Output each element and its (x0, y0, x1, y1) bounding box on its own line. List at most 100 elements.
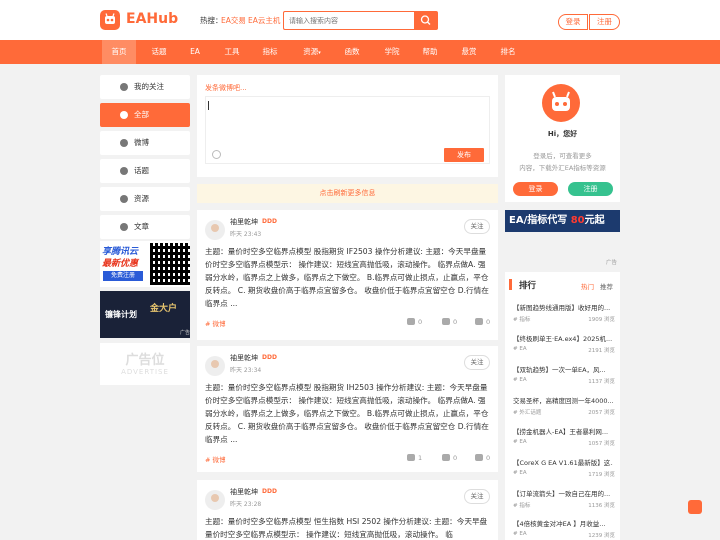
post-username[interactable]: 袖里乾坤 (230, 353, 258, 363)
post-card: 袖里乾坤 DDD 昨天 23:28 关注 主题：量价时空多空临界点模型 恒生指数… (197, 480, 498, 540)
post-username[interactable]: 袖里乾坤 (230, 217, 258, 227)
favorite-count[interactable]: 0 (442, 318, 457, 326)
post-time: 昨天 23:43 (230, 231, 262, 238)
nav-resources[interactable]: 资源▾ (296, 40, 328, 64)
banner-text: EA/指标代写 (509, 215, 568, 226)
heart-icon (120, 83, 128, 91)
floating-chat-icon[interactable] (688, 500, 702, 514)
ranking-item-views: 1239 浏览 (588, 533, 615, 539)
post-body[interactable]: 主题：量价时空多空临界点模型 恒生指数 HSI 2502 操作分析建议: 主题：… (205, 516, 493, 540)
ranking-item-category: # EA (513, 346, 527, 352)
ranking-item-views: 1137 浏览 (588, 379, 615, 385)
left-nav-topic[interactable]: 话题 (100, 159, 190, 183)
ranking-item[interactable]: 【CoreX G EA V1.61最新版】这... # EA 1719 浏览 (513, 457, 615, 480)
post-card: 袖里乾坤 DDD 昨天 23:43 关注 主题：量价时空多空临界点模型 股指期货… (197, 210, 498, 340)
ad-text: 最新优惠 (102, 259, 139, 269)
qr-code (150, 243, 190, 285)
comment-count[interactable]: 1 (407, 454, 422, 462)
nav-help[interactable]: 帮助 (416, 40, 444, 64)
nav-home[interactable]: 首页 (102, 40, 136, 64)
document-icon (120, 223, 128, 231)
favorite-count-value: 0 (453, 318, 458, 326)
nav-functions[interactable]: 函数 (338, 40, 366, 64)
nav-topic[interactable]: 话题 (145, 40, 173, 64)
post-tag[interactable]: # 微博 (205, 454, 226, 464)
ad-label: 广告 (180, 330, 191, 336)
left-nav-following[interactable]: 我的关注 (100, 75, 190, 99)
ad-tencent-cloud[interactable]: 享腾讯云 最新优惠 免费注册 (100, 241, 190, 287)
ranking-item-category: # EA (513, 439, 527, 445)
ranking-item[interactable]: 交易圣杯，高精度回测一年4000... # 外汇话题 2057 浏览 (513, 395, 615, 418)
emoji-icon[interactable] (212, 150, 221, 159)
left-nav-weibo[interactable]: 微博 (100, 131, 190, 155)
search-input[interactable] (284, 12, 415, 29)
ranking-item-title: 【捞金机器人-EA】王者暴利网... (513, 428, 609, 436)
nav-indicators[interactable]: 指标 (256, 40, 284, 64)
nav-ea[interactable]: EA (182, 40, 208, 64)
tab-recommended[interactable]: 推荐 (600, 281, 613, 291)
card-login-button[interactable]: 登录 (513, 182, 558, 196)
nav-resources-label: 资源 (303, 47, 319, 56)
search-button[interactable] (414, 11, 438, 30)
ranking-item[interactable]: 【双轨趋势】一次一单EA，风... # EA 1137 浏览 (513, 364, 615, 387)
publish-button[interactable]: 发布 (444, 148, 484, 162)
ad-placeholder-title: 广告位 (125, 353, 165, 368)
hot-link-ea-cloud[interactable]: EA云主机 (248, 15, 280, 26)
ranking-item-category: # 指标 (513, 503, 531, 509)
thumbs-up-icon (475, 318, 483, 325)
post-body[interactable]: 主题：量价时空多空临界点模型 股指期货 IH2503 操作分析建议: 主题：今天… (205, 382, 493, 447)
comment-count-value: 0 (418, 318, 423, 326)
ad-button: 免费注册 (103, 271, 143, 281)
post-card: 袖里乾坤 DDD 昨天 23:34 关注 主题：量价时空多空临界点模型 股指期货… (197, 346, 498, 472)
tab-hot[interactable]: 热门 (581, 281, 594, 291)
hot-link-ea-trade[interactable]: EA交易 (221, 15, 246, 26)
logo-robot-icon[interactable] (100, 10, 120, 30)
like-count[interactable]: 0 (475, 318, 490, 326)
left-nav-resources[interactable]: 资源 (100, 187, 190, 211)
user-badge: DDD (262, 218, 277, 225)
post-username[interactable]: 袖里乾坤 (230, 487, 258, 497)
nav-tools[interactable]: 工具 (218, 40, 246, 64)
ad-label: 广告 (606, 260, 618, 266)
ea-custom-banner[interactable]: EA/指标代写 80元起 (505, 210, 620, 232)
avatar[interactable] (205, 220, 225, 240)
left-nav-label: 全部 (134, 110, 149, 119)
weibo-icon (120, 139, 128, 147)
follow-button[interactable]: 关注 (464, 219, 490, 234)
user-badge: DDD (262, 354, 277, 361)
login-button[interactable]: 登录 (558, 14, 588, 30)
left-nav-all[interactable]: 全部 (100, 103, 190, 127)
register-button[interactable]: 注册 (589, 14, 620, 30)
card-register-button[interactable]: 注册 (568, 182, 613, 196)
ad-lianfeng[interactable]: 镰锋计划 金大户 广告 (100, 291, 190, 338)
follow-button[interactable]: 关注 (464, 489, 490, 504)
logo-text[interactable]: EAHub (126, 11, 178, 27)
ranking-item-title: 交易圣杯，高精度回测一年4000... (513, 397, 613, 405)
like-count-value: 0 (486, 454, 491, 462)
ranking-item-title: 【4倍核黄金对冲EA 】月收益... (513, 520, 606, 528)
nav-reward[interactable]: 悬赏 (455, 40, 483, 64)
nav-ranking[interactable]: 排名 (494, 40, 522, 64)
comment-icon (407, 318, 415, 325)
ad-placeholder[interactable]: 广告位 ADVERTISE (100, 343, 190, 385)
avatar[interactable] (205, 356, 225, 376)
ranking-item[interactable]: 【终极刷单王·EA.ex4】2025机... # EA 2191 浏览 (513, 333, 615, 356)
ranking-item[interactable]: 【订单流箭头】一致自己在用的... # 指标 1136 浏览 (513, 488, 615, 511)
ranking-item-title: 【CoreX G EA V1.61最新版】这... (513, 459, 613, 467)
left-nav-articles[interactable]: 文章 (100, 215, 190, 239)
follow-button[interactable]: 关注 (464, 355, 490, 370)
like-count[interactable]: 0 (475, 454, 490, 462)
refresh-feed-link[interactable]: 点击刷新更多信息 (197, 184, 498, 203)
ranking-item[interactable]: 【捞金机器人-EA】王者暴利网... # EA 1057 浏览 (513, 426, 615, 449)
ranking-item[interactable]: 【4倍核黄金对冲EA 】月收益... # EA 1239 浏览 (513, 518, 615, 540)
nav-academy[interactable]: 学院 (378, 40, 406, 64)
ranking-item[interactable]: 【新图趋势线通用版】收好用的... # 指标 1909 浏览 (513, 302, 615, 325)
left-nav-label: 我的关注 (134, 82, 164, 91)
post-body[interactable]: 主题：量价时空多空临界点模型 股指期货 IF2503 操作分析建议: 主题：今天… (205, 246, 493, 311)
left-nav-label: 话题 (134, 166, 149, 175)
comment-count[interactable]: 0 (407, 318, 422, 326)
favorite-count[interactable]: 0 (442, 454, 457, 462)
ranking-item-category: # EA (513, 377, 527, 383)
post-tag[interactable]: # 微博 (205, 318, 226, 328)
avatar[interactable] (205, 490, 225, 510)
